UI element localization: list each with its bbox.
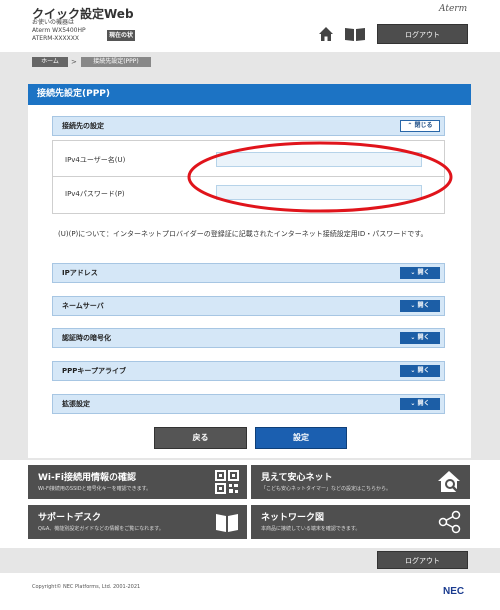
password-label: IPv4パスワード(P) <box>65 190 125 198</box>
tile-description: Q&A、機能別設定ガイドなどの情報をご覧になれます。 <box>38 526 164 532</box>
chevron-down-icon: ⌄ <box>410 400 416 407</box>
section-ppp-keepalive[interactable]: PPPキープアライブ ⌄ 開く <box>52 361 445 381</box>
chevron-down-icon: ⌄ <box>410 302 416 309</box>
chevron-down-icon: ⌄ <box>410 367 416 374</box>
section-name-server[interactable]: ネームサーバ ⌄ 開く <box>52 296 445 316</box>
section-title: IPアドレス <box>62 269 98 277</box>
book-icon[interactable] <box>344 27 366 42</box>
tile-title: ネットワーク図 <box>261 513 325 523</box>
tile-support-desk[interactable]: サポートデスク Q&A、機能別設定ガイドなどの情報をご覧になれます。 <box>28 505 247 539</box>
copyright: Copyright© NEC Platforms, Ltd. 2001-2021 <box>32 584 141 590</box>
house-search-icon <box>438 471 460 493</box>
tile-network-map[interactable]: ネットワーク図 本商品に接続している端末を確認できます。 <box>251 505 470 539</box>
expand-button[interactable]: ⌄ 開く <box>400 267 440 279</box>
section-auth-encryption[interactable]: 認証時の暗号化 ⌄ 開く <box>52 328 445 348</box>
section-title: PPPキープアライブ <box>62 367 126 375</box>
section-connection-header[interactable]: 接続先の設定 ⌃ 閉じる <box>52 116 445 136</box>
tile-description: Wi-Fi接続用のSSIDと暗号化キーを確認できます。 <box>38 486 152 492</box>
username-label: IPv4ユーザー名(U) <box>65 156 126 164</box>
device-name: ATERM-XXXXXX <box>32 35 79 42</box>
open-book-icon <box>216 514 238 532</box>
section-connection-title: 接続先の設定 <box>62 122 104 130</box>
credentials-note: (U)(P)について：インターネットプロバイダーの登録証に記載されたインターネッ… <box>58 230 428 238</box>
device-info-line: お使いの機器は <box>32 19 75 26</box>
expand-label: 開く <box>417 367 430 374</box>
highlight-circle <box>187 141 453 213</box>
chevron-down-icon: ⌄ <box>410 334 416 341</box>
network-icon <box>438 510 461 534</box>
section-title: ネームサーバ <box>62 302 104 310</box>
tile-wifi-info[interactable]: Wi-Fi接続用情報の確認 Wi-Fi接続用のSSIDと暗号化キーを確認できます… <box>28 465 247 499</box>
tile-description: 本商品に接続している端末を確認できます。 <box>261 526 361 532</box>
section-ip-address[interactable]: IPアドレス ⌄ 開く <box>52 263 445 283</box>
expand-button[interactable]: ⌄ 開く <box>400 300 440 312</box>
logout-button[interactable]: ログアウト <box>377 24 468 44</box>
expand-label: 開く <box>417 269 430 276</box>
chevron-down-icon: ⌄ <box>410 269 416 276</box>
expand-button[interactable]: ⌄ 開く <box>400 365 440 377</box>
tile-title: Wi-Fi接続用情報の確認 <box>38 473 136 483</box>
section-title: 拡張設定 <box>62 400 90 408</box>
section-title: 認証時の暗号化 <box>62 334 111 342</box>
page-title: 接続先設定(PPP) <box>28 84 471 105</box>
brand-logo: Aterm <box>439 4 468 14</box>
collapse-label: 閉じる <box>414 122 433 129</box>
expand-label: 開く <box>417 334 430 341</box>
expand-button[interactable]: ⌄ 開く <box>400 332 440 344</box>
set-button[interactable]: 設定 <box>255 427 347 449</box>
current-status-button[interactable]: 現在の状態 <box>107 30 135 50</box>
chevron-up-icon: ⌃ <box>407 122 413 129</box>
back-button[interactable]: 戻る <box>154 427 247 449</box>
home-icon[interactable] <box>318 26 334 42</box>
tile-description: 「こども安心ネットタイマー」などの設定はこちらから。 <box>261 486 392 492</box>
expand-label: 開く <box>417 400 430 407</box>
breadcrumb-separator: > <box>71 58 77 66</box>
tile-title: 見えて安心ネット <box>261 473 333 483</box>
nec-logo: NEC <box>443 586 465 597</box>
collapse-button[interactable]: ⌃ 閉じる <box>400 120 440 132</box>
breadcrumb-current: 接続先設定(PPP) <box>81 57 151 67</box>
device-model: Aterm WX5400HP <box>32 27 86 34</box>
qr-code-icon <box>215 470 239 494</box>
section-advanced[interactable]: 拡張設定 ⌄ 開く <box>52 394 445 414</box>
tile-mieru-anshin-net[interactable]: 見えて安心ネット 「こども安心ネットタイマー」などの設定はこちらから。 <box>251 465 470 499</box>
tile-title: サポートデスク <box>38 513 102 523</box>
expand-button[interactable]: ⌄ 開く <box>400 398 440 410</box>
breadcrumb-home[interactable]: ホーム <box>32 57 68 67</box>
expand-label: 開く <box>417 302 430 309</box>
logout-button-footer[interactable]: ログアウト <box>377 551 468 569</box>
